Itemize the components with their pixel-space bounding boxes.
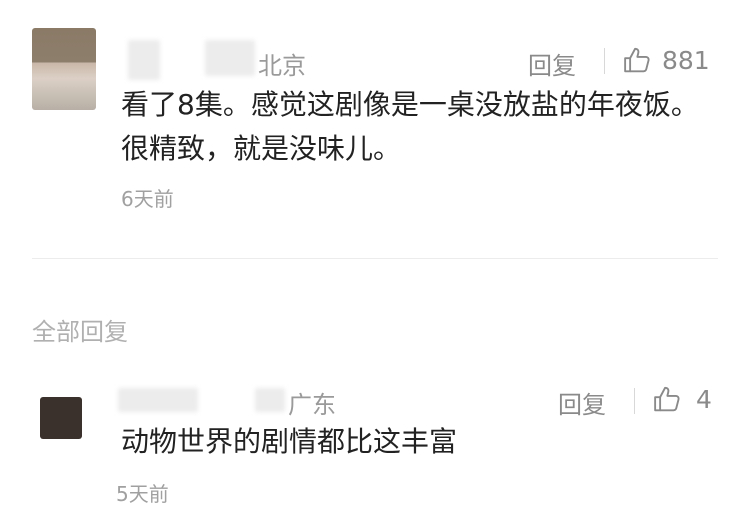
username-redacted[interactable]	[128, 40, 160, 80]
comment-content: 动物世界的剧情都比这丰富	[121, 425, 458, 458]
location-label: 北京	[258, 52, 306, 80]
timestamp: 5天前	[116, 482, 169, 506]
divider	[634, 388, 635, 414]
timestamp: 6天前	[121, 187, 174, 211]
like-button[interactable]: 881	[622, 45, 710, 75]
reply-button[interactable]: 回复	[558, 385, 606, 420]
username-redacted[interactable]	[255, 388, 285, 412]
avatar[interactable]	[40, 397, 82, 439]
like-count: 881	[662, 45, 710, 75]
avatar[interactable]	[32, 28, 96, 110]
reply-label: 回复	[528, 52, 576, 80]
divider	[32, 258, 718, 259]
location-label: 广东	[288, 391, 336, 419]
divider	[604, 48, 605, 74]
thumbs-up-icon	[624, 47, 650, 73]
like-button[interactable]: 4	[652, 384, 712, 414]
section-title: 全部回复	[32, 318, 128, 346]
comment-content: 看了8集。感觉这剧像是一桌没放盐的年夜饭。很精致，就是没味儿。	[121, 88, 699, 165]
username-redacted[interactable]	[205, 40, 255, 76]
username-redacted[interactable]	[118, 388, 198, 412]
reply-label: 回复	[558, 391, 606, 419]
reply-button[interactable]: 回复	[528, 46, 576, 81]
like-count: 4	[696, 384, 712, 414]
thumbs-up-icon	[654, 386, 680, 412]
